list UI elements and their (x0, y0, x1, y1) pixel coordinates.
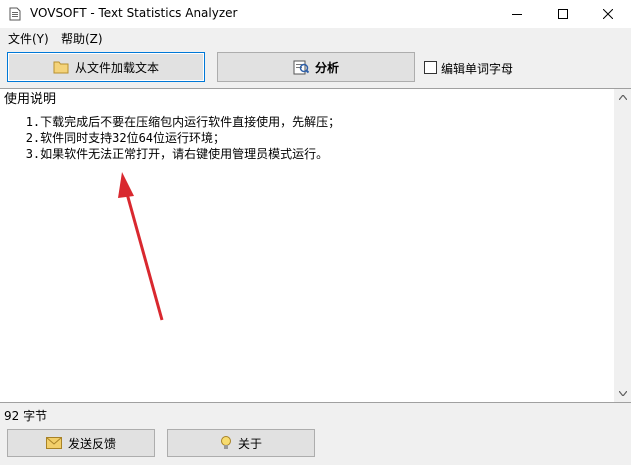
send-feedback-button[interactable]: 发送反馈 (7, 429, 155, 457)
send-feedback-label: 发送反馈 (67, 436, 116, 451)
lightbulb-icon (220, 436, 231, 449)
about-label: 关于 (237, 436, 262, 451)
envelope-icon (45, 437, 62, 449)
status-char-count: 92 字节 (4, 409, 48, 423)
annotation-arrow-icon (118, 172, 164, 321)
about-button[interactable]: 关于 (167, 429, 315, 457)
